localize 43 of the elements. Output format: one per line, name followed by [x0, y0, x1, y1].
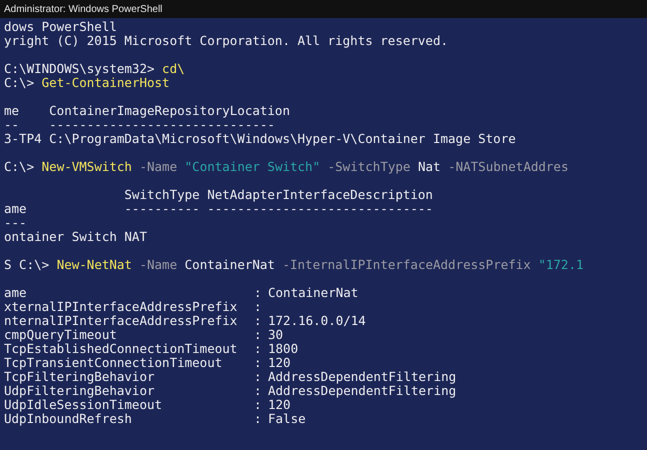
console-line: ame ---------- ------------------------------	[4, 202, 433, 216]
console-line: S C:\> New-NetNat -Name ContainerNat -InternalIPInterfaceAddressPrefix "172.1	[4, 258, 584, 272]
console-line: yright (C) 2015 Microsoft Corporation. All rights reserved.	[4, 34, 448, 48]
property-colon: :	[254, 370, 262, 384]
console-line: ontainer Switch NAT	[4, 230, 147, 244]
console-line: ---	[4, 216, 27, 230]
property-colon: :	[254, 412, 262, 426]
property-value: AddressDependentFiltering	[268, 370, 456, 384]
console-line: C:\> Get-ContainerHost	[4, 76, 170, 90]
property-name: nternalIPInterfaceAddressPrefix	[4, 314, 238, 328]
property-value: AddressDependentFiltering	[268, 384, 456, 398]
console-line: C:\> New-VMSwitch -Name "Container Switch" -SwitchType Nat -NATSubnetAddres	[4, 160, 568, 174]
property-name: xternalIPInterfaceAddressPrefix	[4, 300, 238, 314]
property-colon: :	[254, 398, 262, 412]
property-value: 120	[268, 398, 291, 412]
property-value: 120	[268, 356, 291, 370]
console-line: -- ------------------------------	[4, 118, 275, 132]
console-line: SwitchType NetAdapterInterfaceDescription	[123, 188, 433, 202]
property-value: 172.16.0.0/14	[268, 314, 366, 328]
window-title: Administrator: Windows PowerShell	[4, 2, 162, 16]
property-name: TcpTransientConnectionTimeout	[4, 356, 222, 370]
property-colon: :	[254, 286, 262, 300]
console-line: C:\WINDOWS\system32> cd\	[4, 62, 185, 76]
console-line: me ContainerImageRepositoryLocation	[4, 104, 290, 118]
property-name: ame	[4, 286, 27, 300]
property-name: UdpInboundRefresh	[4, 412, 132, 426]
property-value: 30	[268, 328, 284, 342]
property-colon: :	[254, 314, 262, 328]
property-name: cmpQueryTimeout	[4, 328, 117, 342]
property-colon: :	[254, 300, 262, 314]
property-colon: :	[254, 328, 262, 342]
property-name: TcpEstablishedConnectionTimeout	[4, 342, 238, 356]
property-value: False	[268, 412, 306, 426]
console-line: dows PowerShell	[4, 20, 117, 34]
property-colon: :	[254, 356, 262, 370]
property-name: TcpFilteringBehavior	[4, 370, 155, 384]
property-value: 1800	[268, 342, 298, 356]
property-colon: :	[254, 384, 262, 398]
property-name: UdpFilteringBehavior	[4, 384, 155, 398]
console-line: 3-TP4 C:\ProgramData\Microsoft\Windows\Hyper-V\Container Image Store	[4, 132, 516, 146]
property-name: UdpIdleSessionTimeout	[4, 398, 162, 412]
property-value: ContainerNat	[268, 286, 358, 300]
property-colon: :	[254, 342, 262, 356]
